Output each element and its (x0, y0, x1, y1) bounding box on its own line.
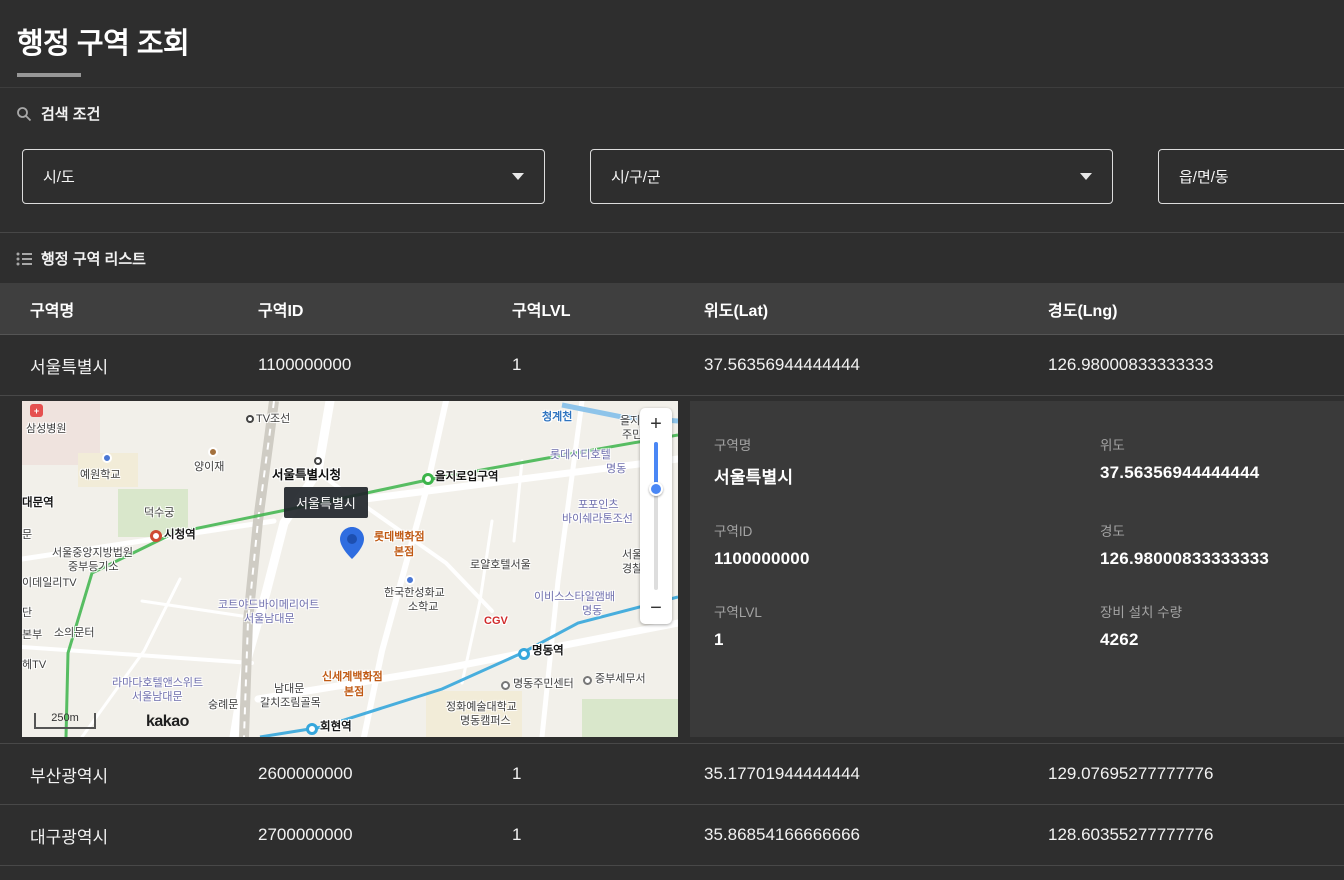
detail-field-label: 위도 (1100, 434, 1324, 454)
map[interactable]: 삼성병원TV조선청계천을지주민예원학교양이재서울특별시청을지로입구역롯데시티호텔… (22, 401, 678, 737)
chevron-down-icon (1080, 173, 1092, 180)
detail-grid: 구역명서울특별시위도 37.56356944444444 구역ID 110000000… (714, 434, 1324, 650)
district-table: 구역명구역ID구역LVL위도(Lat)경도(Lng) 서울특별시11000000… (0, 283, 1344, 866)
column-header: 구역LVL (512, 297, 704, 321)
search-icon (16, 106, 32, 122)
page-title: 행정 구역 조회 (17, 20, 1328, 62)
cell-lat: 35.86854166666666 (704, 825, 1048, 845)
zoom-out-button[interactable]: − (640, 592, 672, 624)
list-icon (16, 252, 32, 266)
page-header: 행정 구역 조회 (0, 0, 1344, 88)
table-row[interactable]: 서울특별시1100000000137.56356944444444126.980… (0, 335, 1344, 396)
zoom-slider-handle[interactable] (649, 482, 663, 496)
column-header: 경도(Lng) (1048, 297, 1344, 321)
select-label: 읍/면/동 (1179, 166, 1229, 187)
detail-field-value: 1 (714, 630, 1100, 650)
list-section-title: 행정 구역 리스트 (41, 248, 146, 269)
detail-field: 구역명서울특별시 (714, 434, 1100, 488)
title-underline (17, 73, 81, 77)
detail-field-value: 4262 (1100, 630, 1324, 650)
chevron-down-icon (512, 173, 524, 180)
search-section-header: 검색 조건 (0, 88, 1344, 124)
detail-panel: 구역명서울특별시위도 37.56356944444444 구역ID 110000000… (690, 401, 1344, 737)
column-header: 위도(Lat) (704, 297, 1048, 321)
detail-field: 경도 126.98000833333333 (1100, 520, 1324, 569)
select-label: 시/도 (43, 166, 75, 187)
detail-field-value: 서울특별시 (714, 463, 1100, 488)
detail-field-label: 경도 (1100, 520, 1324, 540)
cell-name: 대구광역시 (30, 823, 258, 848)
cell-id: 1100000000 (258, 355, 512, 375)
zoom-in-button[interactable]: + (640, 408, 672, 440)
cell-lvl: 1 (512, 355, 704, 375)
cell-lat: 37.56356944444444 (704, 355, 1048, 375)
map-scale-label: 250m (51, 712, 79, 724)
expanded-detail-row: 삼성병원TV조선청계천을지주민예원학교양이재서울특별시청을지로입구역롯데시티호텔… (0, 396, 1344, 744)
cell-lvl: 1 (512, 764, 704, 784)
search-filters-row: 시/도 시/구/군 읍/면/동 (0, 124, 1344, 233)
table-row[interactable]: 부산광역시2600000000135.17701944444444129.076… (0, 744, 1344, 805)
cell-name: 부산광역시 (30, 762, 258, 787)
table-body: 서울특별시1100000000137.56356944444444126.980… (0, 335, 1344, 866)
cell-name: 서울특별시 (30, 353, 258, 378)
cell-lng: 128.60355277777776 (1048, 825, 1344, 845)
select-sido[interactable]: 시/도 (22, 149, 545, 204)
detail-field-label: 장비 설치 수량 (1100, 601, 1324, 621)
zoom-slider[interactable] (654, 442, 658, 590)
cell-id: 2600000000 (258, 764, 512, 784)
map-tooltip: 서울특별시 (284, 487, 368, 518)
select-eupmyeondong[interactable]: 읍/면/동 (1158, 149, 1344, 204)
detail-field: 구역ID 1100000000 (714, 520, 1100, 569)
cell-lng: 129.07695277777776 (1048, 764, 1344, 784)
detail-field-label: 구역LVL (714, 601, 1100, 621)
detail-field: 구역LVL 1 (714, 601, 1100, 650)
detail-field-value: 1100000000 (714, 549, 1100, 569)
zoom-control: + − (640, 408, 672, 624)
select-label: 시/구/군 (611, 166, 661, 187)
column-header: 구역명 (30, 297, 258, 321)
map-canvas (22, 401, 678, 737)
cell-lvl: 1 (512, 825, 704, 845)
column-header: 구역ID (258, 297, 512, 321)
map-scale: 250m (34, 713, 96, 729)
cell-lat: 35.17701944444444 (704, 764, 1048, 784)
table-row[interactable]: 대구광역시2700000000135.86854166666666128.603… (0, 805, 1344, 866)
map-marker-pin[interactable] (340, 527, 364, 559)
detail-field-value: 37.56356944444444 (1100, 463, 1324, 483)
detail-field: 장비 설치 수량 4262 (1100, 601, 1324, 650)
detail-field: 위도 37.56356944444444 (1100, 434, 1324, 488)
detail-field-value: 126.98000833333333 (1100, 549, 1324, 569)
kakao-logo[interactable]: kakao (146, 713, 189, 731)
list-section-header: 행정 구역 리스트 (0, 233, 1344, 269)
cell-lng: 126.98000833333333 (1048, 355, 1344, 375)
detail-field-label: 구역ID (714, 520, 1100, 540)
select-sigungu[interactable]: 시/구/군 (590, 149, 1113, 204)
table-header-row: 구역명구역ID구역LVL위도(Lat)경도(Lng) (0, 283, 1344, 335)
detail-field-label: 구역명 (714, 434, 1100, 454)
search-section-title: 검색 조건 (41, 103, 100, 124)
cell-id: 2700000000 (258, 825, 512, 845)
